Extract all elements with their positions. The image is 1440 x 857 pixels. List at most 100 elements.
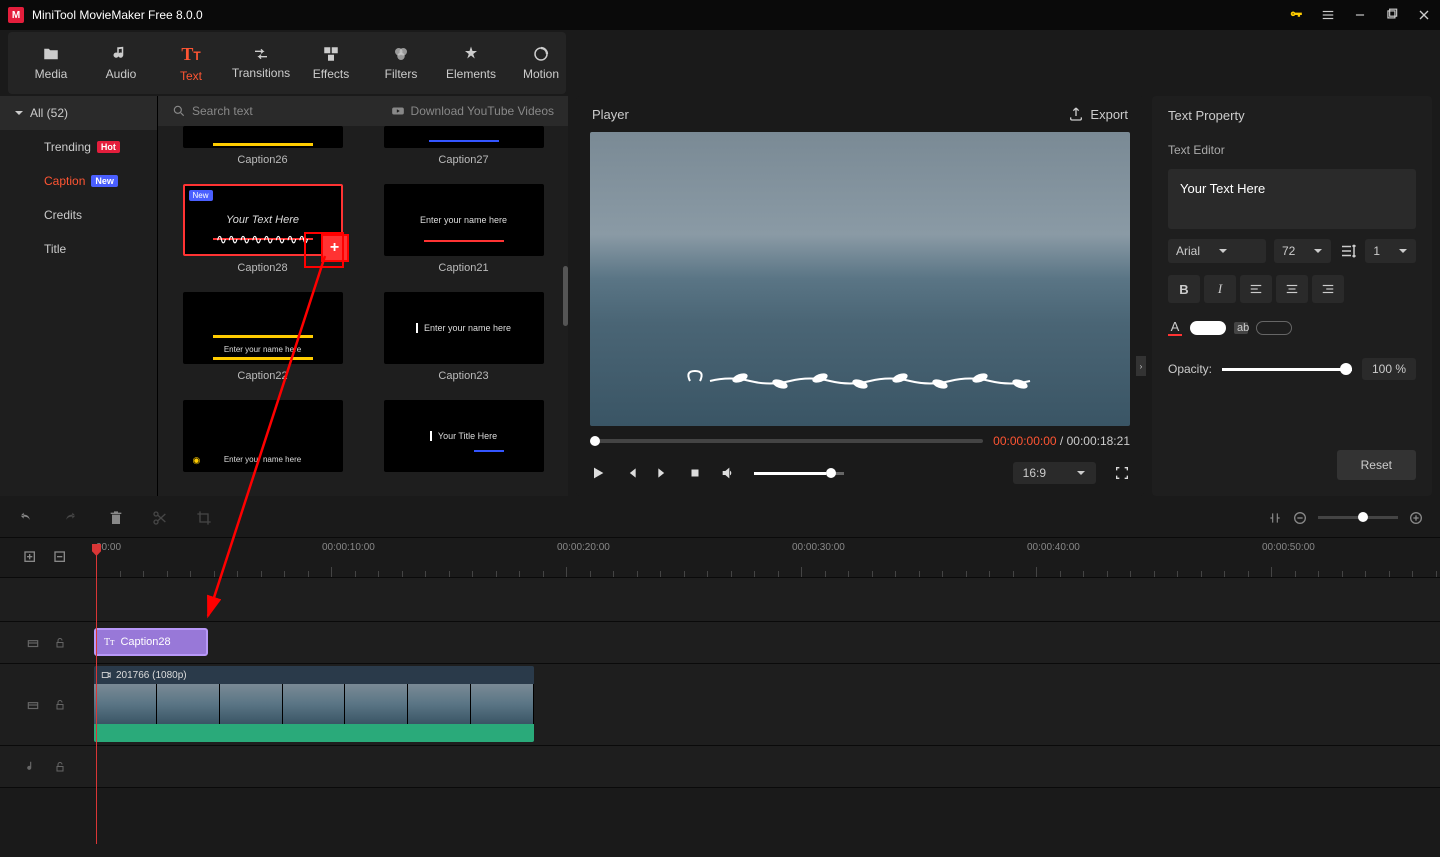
redo-button[interactable] [62, 510, 80, 526]
opacity-value[interactable]: 100 % [1362, 358, 1416, 380]
asset-row4b[interactable]: Your Title Here [373, 400, 554, 482]
italic-button[interactable]: I [1204, 275, 1236, 303]
export-icon [1068, 106, 1084, 122]
search-icon [172, 104, 186, 118]
zoom-out-button[interactable] [1292, 510, 1308, 526]
align-left-button[interactable] [1240, 275, 1272, 303]
lock-track-icon[interactable] [54, 698, 66, 712]
sidebar-item-title[interactable]: Title [0, 232, 157, 266]
hide-track-icon[interactable] [26, 636, 40, 650]
text-property-panel: Text Property Text Editor Your Text Here… [1152, 96, 1432, 496]
text-color-button[interactable]: A [1168, 319, 1182, 336]
play-button[interactable] [590, 465, 606, 481]
highlight-color-swatch[interactable] [1256, 321, 1292, 335]
minimize-icon[interactable] [1352, 7, 1368, 23]
sidebar-item-credits[interactable]: Credits [0, 198, 157, 232]
font-select[interactable]: Arial [1168, 239, 1266, 263]
highlight-button[interactable]: ab [1234, 322, 1248, 334]
fit-timeline-button[interactable] [1268, 511, 1282, 525]
text-input[interactable]: Your Text Here [1168, 169, 1416, 229]
panel-collapse-icon[interactable]: › [1136, 356, 1146, 376]
tab-effects[interactable]: Effects [296, 37, 366, 89]
delete-button[interactable] [108, 510, 124, 526]
text-clip-caption28[interactable]: Tᴛ Caption28 [94, 628, 208, 656]
zoom-slider[interactable] [1318, 516, 1398, 519]
undo-button[interactable] [16, 510, 34, 526]
scrollbar[interactable] [563, 266, 568, 326]
hamburger-icon[interactable] [1320, 7, 1336, 23]
seekbar-playhead[interactable] [590, 436, 600, 446]
text-icon: TT [181, 44, 200, 65]
fullscreen-button[interactable] [1114, 465, 1130, 481]
asset-caption21[interactable]: Enter your name here Caption21 [373, 184, 554, 284]
asset-caption22[interactable]: Enter your name here Caption22 [172, 292, 353, 392]
player-preview[interactable] [590, 132, 1130, 426]
tab-audio[interactable]: Audio [86, 37, 156, 89]
elements-icon [462, 45, 480, 63]
crop-button[interactable] [196, 510, 212, 526]
zoom-in-button[interactable] [1408, 510, 1424, 526]
maximize-icon[interactable] [1384, 7, 1400, 23]
app-logo: M [8, 7, 24, 23]
tab-media[interactable]: Media [16, 37, 86, 89]
close-icon[interactable] [1416, 7, 1432, 23]
new-badge: New [189, 190, 213, 201]
timeline-ruler[interactable]: 00:00 00:00:10:00 00:00:20:00 00:00:30:0… [92, 538, 1440, 577]
split-button[interactable] [152, 510, 168, 526]
chevron-down-icon [1076, 468, 1086, 478]
opacity-label: Opacity: [1168, 362, 1212, 376]
chevron-down-icon [1218, 246, 1228, 256]
app-title: MiniTool MovieMaker Free 8.0.0 [32, 8, 203, 22]
audio-icon [112, 45, 130, 63]
text-editor-label: Text Editor [1152, 135, 1432, 165]
player-panel: Player Export 00 [576, 96, 1144, 496]
sidebar-item-trending[interactable]: Trending Hot [0, 130, 157, 164]
stop-button[interactable] [688, 466, 702, 480]
sidebar-all[interactable]: All (52) [0, 96, 157, 130]
align-right-button[interactable] [1312, 275, 1344, 303]
hide-track-icon[interactable] [26, 698, 40, 712]
align-center-button[interactable] [1276, 275, 1308, 303]
motion-icon [532, 45, 550, 63]
export-button[interactable]: Export [1068, 106, 1128, 122]
lock-track-icon[interactable] [54, 636, 66, 650]
prev-frame-button[interactable] [624, 466, 638, 480]
tab-transitions[interactable]: Transitions [226, 38, 296, 88]
video-icon [100, 670, 112, 680]
player-seekbar[interactable] [590, 439, 983, 443]
add-track-button[interactable] [23, 550, 39, 566]
volume-slider[interactable] [754, 472, 844, 475]
key-icon[interactable] [1288, 7, 1304, 23]
media-icon [41, 45, 61, 63]
opacity-slider[interactable] [1222, 368, 1352, 371]
asset-caption27[interactable]: Caption27 [373, 126, 554, 176]
search-text[interactable]: Search text [172, 104, 253, 118]
tab-filters[interactable]: Filters [366, 37, 436, 89]
remove-track-button[interactable] [53, 550, 69, 566]
transitions-icon [251, 46, 271, 62]
asset-caption23[interactable]: Enter your name here Caption23 [373, 292, 554, 392]
sidebar-item-caption[interactable]: Caption New [0, 164, 157, 198]
line-spacing-icon[interactable] [1339, 242, 1357, 260]
chevron-down-icon [1313, 246, 1323, 256]
video-clip[interactable]: 201766 (1080p) [94, 666, 534, 742]
audio-track-icon[interactable] [26, 760, 40, 774]
line-height-select[interactable]: 1 [1365, 239, 1416, 263]
font-size-select[interactable]: 72 [1274, 239, 1331, 263]
download-youtube-link[interactable]: Download YouTube Videos [391, 104, 554, 118]
volume-button[interactable] [720, 465, 736, 481]
next-frame-button[interactable] [656, 466, 670, 480]
player-title: Player [592, 107, 629, 122]
tab-elements[interactable]: Elements [436, 37, 506, 89]
asset-row4a[interactable]: Enter your name here◉ [172, 400, 353, 482]
tab-motion[interactable]: Motion [506, 37, 576, 89]
tab-text[interactable]: TT Text [156, 36, 226, 91]
asset-caption28[interactable]: New Your Text Here ∿∿∿∿∿∿∿∿ + Caption28 [172, 184, 353, 284]
add-asset-button[interactable]: + [321, 234, 349, 262]
aspect-ratio-select[interactable]: 16:9 [1013, 462, 1096, 484]
reset-button[interactable]: Reset [1337, 450, 1416, 480]
asset-caption26[interactable]: Caption26 [172, 126, 353, 176]
lock-track-icon[interactable] [54, 760, 66, 774]
bold-button[interactable]: B [1168, 275, 1200, 303]
text-color-swatch[interactable] [1190, 321, 1226, 335]
